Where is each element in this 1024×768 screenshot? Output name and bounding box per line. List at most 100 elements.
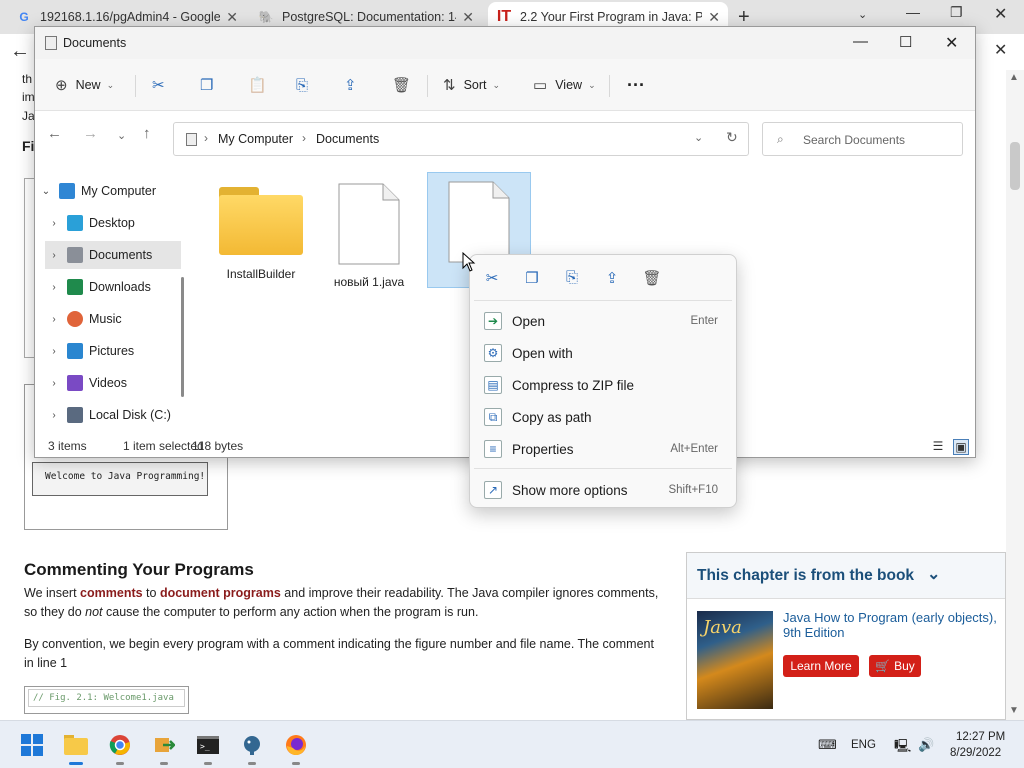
clock-time[interactable]: 12:27 PM: [956, 731, 1005, 743]
file-item[interactable]: новый 1.java: [317, 175, 421, 291]
start-icon[interactable]: [18, 731, 46, 759]
menu-item-label: Properties: [512, 441, 574, 457]
chevron-right-icon[interactable]: ›: [45, 314, 63, 325]
menu-item-copy-as-path[interactable]: ⧉ Copy as path: [474, 402, 732, 432]
menu-item-open-with[interactable]: ⚙ Open with: [474, 338, 732, 368]
breadcrumb-my-computer[interactable]: My Computer: [218, 132, 293, 146]
network-icon[interactable]: 🖳: [894, 737, 911, 759]
folder-icon: [219, 187, 303, 257]
close-tab-icon[interactable]: ✕: [462, 9, 474, 26]
rename-button[interactable]: ⎘: [296, 73, 316, 97]
file-name: новый 1.java: [333, 275, 405, 289]
sort-button[interactable]: ⇅ Sort ⌄: [443, 73, 500, 97]
chrome-icon[interactable]: [106, 731, 134, 765]
new-label: New: [75, 78, 101, 92]
scroll-down-icon[interactable]: ▼: [1009, 705, 1019, 716]
details-view-icon[interactable]: ☰: [930, 439, 946, 455]
minimize-icon[interactable]: —: [853, 33, 868, 50]
close-tab-icon[interactable]: ✕: [708, 9, 720, 26]
folder-item[interactable]: InstallBuilder: [209, 175, 313, 291]
buy-button[interactable]: 🛒 Buy: [869, 655, 921, 677]
close-tab-icon[interactable]: ✕: [226, 9, 238, 26]
explorer-titlebar[interactable]: Documents — ☐ ✕: [35, 27, 975, 59]
minimize-icon[interactable]: —: [906, 4, 920, 20]
close-browser-icon[interactable]: ✕: [994, 4, 1007, 24]
link-document-programs[interactable]: document programs: [160, 586, 281, 600]
chevron-right-icon[interactable]: ›: [45, 282, 63, 293]
chevron-down-icon[interactable]: ⌄: [927, 564, 940, 584]
chevron-right-icon[interactable]: ›: [45, 378, 63, 389]
chevron-right-icon[interactable]: ›: [45, 218, 63, 229]
view-button[interactable]: ▭ View ⌄: [533, 73, 596, 97]
trash-icon[interactable]: 🗑: [642, 269, 662, 289]
refresh-icon[interactable]: ↻: [726, 129, 738, 146]
chevron-right-icon[interactable]: ›: [45, 346, 63, 357]
browser-sidebar-close-icon[interactable]: ✕: [994, 40, 1007, 60]
cut-icon[interactable]: ✂: [482, 269, 502, 289]
share-icon[interactable]: ⇪: [602, 269, 622, 289]
chevron-right-icon[interactable]: ›: [45, 410, 63, 421]
tree-item-downloads[interactable]: › Downloads: [45, 273, 181, 301]
forward-arrow-icon[interactable]: →: [83, 125, 98, 142]
menu-item-shortcut: Alt+Enter: [670, 443, 718, 455]
tree-item-local-disk[interactable]: › Local Disk (C:): [45, 401, 181, 429]
menu-item-compress-zip[interactable]: ▤ Compress to ZIP file: [474, 370, 732, 400]
menu-item-show-more-options[interactable]: ↗ Show more options Shift+F10: [474, 475, 732, 505]
back-arrow-icon[interactable]: ←: [10, 40, 30, 63]
paste-button[interactable]: 📋: [248, 73, 275, 97]
book-title-link[interactable]: Java How to Program (early objects), 9th…: [783, 610, 1001, 640]
large-icons-view-icon[interactable]: ▣: [953, 439, 969, 455]
menu-item-properties[interactable]: ≡ Properties Alt+Enter: [474, 434, 732, 464]
close-icon[interactable]: ✕: [945, 33, 958, 53]
firefox-icon[interactable]: [282, 731, 310, 765]
back-arrow-icon[interactable]: ←: [47, 125, 62, 142]
tab-title: 192168.1.16/pgAdmin4 - Google: [40, 10, 221, 24]
tree-item-label: Desktop: [89, 216, 135, 230]
language-indicator[interactable]: ENG: [851, 739, 876, 751]
link-comments[interactable]: comments: [80, 586, 143, 600]
book-panel-header[interactable]: This chapter is from the book ⌄: [687, 553, 1005, 599]
file-icon: [337, 183, 401, 265]
file-explorer-taskbar-icon[interactable]: [62, 731, 90, 765]
installer-icon[interactable]: [150, 731, 178, 765]
tree-item-music[interactable]: › Music: [45, 305, 181, 333]
scroll-up-icon[interactable]: ▲: [1009, 72, 1019, 83]
copy-icon[interactable]: ❐: [522, 269, 542, 289]
more-options-icon[interactable]: ···: [627, 73, 645, 97]
videos-icon: [67, 375, 83, 391]
clock-date[interactable]: 8/29/2022: [950, 747, 1001, 759]
tree-item-documents[interactable]: › Documents: [45, 241, 181, 269]
up-arrow-icon[interactable]: ↑: [143, 125, 151, 142]
maximize-icon[interactable]: ☐: [899, 33, 912, 51]
page-scroll-thumb[interactable]: [1010, 142, 1020, 190]
terminal-icon[interactable]: >_: [194, 731, 222, 765]
rename-icon[interactable]: ⎘: [562, 269, 582, 289]
tree-item-desktop[interactable]: › Desktop: [45, 209, 181, 237]
book-cover-image[interactable]: Java: [697, 611, 773, 709]
tree-item-my-computer[interactable]: ⌄ My Computer: [37, 177, 173, 205]
chevron-right-icon[interactable]: ›: [45, 250, 63, 261]
navigation-pane-scrollbar[interactable]: [181, 277, 184, 397]
copy-button[interactable]: ❐: [200, 73, 221, 97]
recent-locations-icon[interactable]: ⌄: [117, 129, 126, 142]
delete-button[interactable]: 🗑: [392, 73, 419, 97]
tree-item-videos[interactable]: › Videos: [45, 369, 181, 397]
keyboard-icon[interactable]: ⌨: [818, 737, 837, 753]
share-button[interactable]: ⇪: [344, 73, 365, 97]
tab-list-icon[interactable]: ⌄: [858, 8, 867, 21]
code-snippet: // Fig. 2.1: Welcome1.java: [24, 686, 189, 714]
menu-item-open[interactable]: ➔ Open Enter: [474, 306, 732, 336]
address-bar[interactable]: › My Computer › Documents ⌄ ↻: [173, 122, 749, 156]
search-box[interactable]: ⌕ Search Documents: [762, 122, 963, 156]
chevron-down-icon[interactable]: ⌄: [37, 186, 55, 197]
tree-item-pictures[interactable]: › Pictures: [45, 337, 181, 365]
breadcrumb-documents[interactable]: Documents: [316, 132, 379, 146]
learn-more-button[interactable]: Learn More: [783, 655, 859, 677]
book-cover-text: Java: [703, 617, 742, 638]
chevron-down-icon[interactable]: ⌄: [694, 131, 703, 144]
pgadmin-elephant-icon[interactable]: [238, 731, 266, 765]
restore-icon[interactable]: ❐: [950, 4, 963, 21]
volume-icon[interactable]: 🔊: [918, 737, 934, 753]
new-button[interactable]: ⊕ New ⌄: [55, 73, 114, 97]
cut-button[interactable]: ✂: [152, 73, 173, 97]
